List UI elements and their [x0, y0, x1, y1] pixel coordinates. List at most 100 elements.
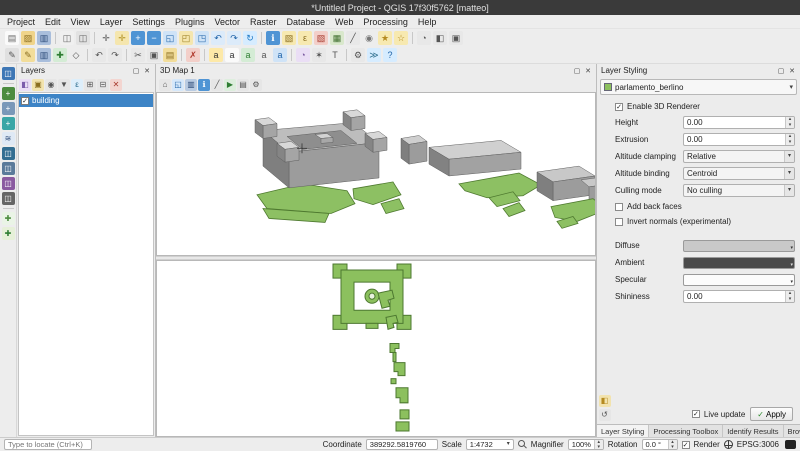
- processing-toolbox-icon[interactable]: ⚙: [351, 48, 365, 62]
- open-attribute-table-icon[interactable]: ▦: [330, 31, 344, 45]
- symbology-tab-icon[interactable]: ◧: [599, 395, 611, 407]
- menu-item[interactable]: Processing: [358, 17, 413, 27]
- log-messages-icon[interactable]: ▣: [449, 31, 463, 45]
- extrusion-spinbox[interactable]: 0.00 ▴▾: [683, 133, 795, 146]
- add-vector-layer-icon[interactable]: +: [2, 87, 15, 100]
- add-xyz-layer-icon[interactable]: ◫: [2, 192, 15, 205]
- magnifier-spinbox[interactable]: 100% ▴▾: [568, 439, 604, 450]
- locate-input[interactable]: [4, 439, 92, 450]
- layer-labeling-icon[interactable]: a: [209, 48, 223, 62]
- show-bookmarks-icon[interactable]: ☆: [394, 31, 408, 45]
- float-panel-icon[interactable]: ▢: [132, 67, 140, 75]
- close-panel-icon[interactable]: ✕: [584, 67, 592, 75]
- filter-by-expression-icon[interactable]: ε: [71, 79, 83, 91]
- menu-item[interactable]: Project: [2, 17, 40, 27]
- cut-features-icon[interactable]: ✂: [131, 48, 145, 62]
- zoom-last-icon[interactable]: ↶: [211, 31, 225, 45]
- data-source-manager-icon[interactable]: ◫: [2, 67, 15, 80]
- help-icon[interactable]: ?: [383, 48, 397, 62]
- export-scene-icon[interactable]: ▤: [237, 79, 249, 91]
- add-wms-layer-icon[interactable]: ◫: [2, 177, 15, 190]
- map2d-canvas[interactable]: [156, 260, 596, 437]
- pan-map-icon[interactable]: ✛: [99, 31, 113, 45]
- layer-row-building[interactable]: ✓ building: [19, 94, 153, 107]
- messages-icon[interactable]: [785, 440, 796, 449]
- label-rule-icon[interactable]: a: [241, 48, 255, 62]
- menu-item[interactable]: Layer: [95, 17, 128, 27]
- new-shapefile-icon[interactable]: ✚: [2, 212, 15, 225]
- identify-features-icon[interactable]: ℹ: [266, 31, 280, 45]
- altitude-binding-select[interactable]: Centroid ▾: [683, 167, 795, 180]
- enable-3d-renderer-checkbox[interactable]: ✓: [615, 103, 623, 111]
- deselect-features-icon[interactable]: ▧: [314, 31, 328, 45]
- menu-item[interactable]: Help: [413, 17, 442, 27]
- close-panel-icon[interactable]: ✕: [788, 67, 796, 75]
- zoom-to-selection-icon[interactable]: ◰: [179, 31, 193, 45]
- diffuse-color-button[interactable]: ▾: [683, 240, 795, 252]
- apply-button[interactable]: ✓ Apply: [750, 407, 793, 421]
- menu-item[interactable]: Database: [282, 17, 331, 27]
- python-console-icon[interactable]: ≫: [367, 48, 381, 62]
- layer-visibility-checkbox[interactable]: ✓: [21, 97, 29, 105]
- new-project-icon[interactable]: ▤: [5, 31, 19, 45]
- float-panel-icon[interactable]: ▢: [777, 67, 785, 75]
- specular-color-button[interactable]: ▾: [683, 274, 795, 286]
- decorations-icon[interactable]: ✶: [312, 48, 326, 62]
- camera-home-icon[interactable]: ⌂: [159, 79, 171, 91]
- menu-item[interactable]: Plugins: [170, 17, 210, 27]
- remove-layer-icon[interactable]: ✕: [110, 79, 122, 91]
- close-panel-icon[interactable]: ✕: [143, 67, 151, 75]
- refresh-map-icon[interactable]: ↻: [243, 31, 257, 45]
- identify-3d-icon[interactable]: ℹ: [198, 79, 210, 91]
- delete-selected-icon[interactable]: ✗: [186, 48, 200, 62]
- map3d-canvas[interactable]: [156, 92, 596, 256]
- tab-processing-toolbox[interactable]: Processing Toolbox: [649, 425, 723, 437]
- collapse-all-icon[interactable]: ⊟: [97, 79, 109, 91]
- invert-normals-checkbox[interactable]: [615, 218, 623, 226]
- culling-mode-select[interactable]: No culling ▾: [683, 184, 795, 197]
- copy-features-icon[interactable]: ▣: [147, 48, 161, 62]
- save-project-icon[interactable]: ▥: [37, 31, 51, 45]
- diagram-options-icon[interactable]: ◔: [296, 48, 310, 62]
- save-scene-icon[interactable]: ▥: [185, 79, 197, 91]
- toggle-editing-icon[interactable]: ✎: [21, 48, 35, 62]
- menu-item[interactable]: Raster: [245, 17, 282, 27]
- spin-arrows[interactable]: ▴▾: [785, 134, 794, 145]
- text-annotation-icon[interactable]: T: [328, 48, 342, 62]
- zoom-full-3d-icon[interactable]: ◱: [172, 79, 184, 91]
- temporal-controller-icon[interactable]: ◔: [417, 31, 431, 45]
- zoom-to-layer-icon[interactable]: ◳: [195, 31, 209, 45]
- pan-to-selection-icon[interactable]: ✛: [115, 31, 129, 45]
- zoom-next-icon[interactable]: ↷: [227, 31, 241, 45]
- altitude-clamping-select[interactable]: Relative ▾: [683, 150, 795, 163]
- add-mesh-layer-icon[interactable]: +: [2, 117, 15, 130]
- filter-legend-icon[interactable]: ▼: [58, 79, 70, 91]
- spin-arrows[interactable]: ▴▾: [785, 117, 794, 128]
- current-edits-icon[interactable]: ✎: [5, 48, 19, 62]
- options-3d-icon[interactable]: ⚙: [250, 79, 262, 91]
- layer-selector[interactable]: parlamento_berlino ▾: [600, 79, 797, 95]
- add-feature-icon[interactable]: ✚: [53, 48, 67, 62]
- float-panel-icon[interactable]: ▢: [573, 67, 581, 75]
- map-tips-icon[interactable]: ◉: [362, 31, 376, 45]
- paste-features-icon[interactable]: ▤: [163, 48, 177, 62]
- menu-item[interactable]: Web: [330, 17, 358, 27]
- measure-icon[interactable]: ╱: [346, 31, 360, 45]
- add-delimited-text-icon[interactable]: ≋: [2, 132, 15, 145]
- measure-3d-icon[interactable]: ╱: [211, 79, 223, 91]
- history-tab-icon[interactable]: ↺: [599, 409, 611, 421]
- undo-icon[interactable]: ↶: [92, 48, 106, 62]
- move-label-icon[interactable]: a: [257, 48, 271, 62]
- scale-combo[interactable]: 1:4732 ▾: [466, 439, 514, 450]
- ambient-color-button[interactable]: ▾: [683, 257, 795, 269]
- expand-all-icon[interactable]: ⊞: [84, 79, 96, 91]
- label-single-icon[interactable]: a: [225, 48, 239, 62]
- animations-icon[interactable]: ▶: [224, 79, 236, 91]
- menu-item[interactable]: Settings: [127, 17, 170, 27]
- select-by-expression-icon[interactable]: ε: [298, 31, 312, 45]
- height-spinbox[interactable]: 0.00 ▴▾: [683, 116, 795, 129]
- tab-layer-styling[interactable]: Layer Styling: [597, 425, 649, 437]
- menu-item[interactable]: Edit: [40, 17, 66, 27]
- tab-identify-results[interactable]: Identify Results: [723, 425, 783, 437]
- save-edits-icon[interactable]: ▥: [37, 48, 51, 62]
